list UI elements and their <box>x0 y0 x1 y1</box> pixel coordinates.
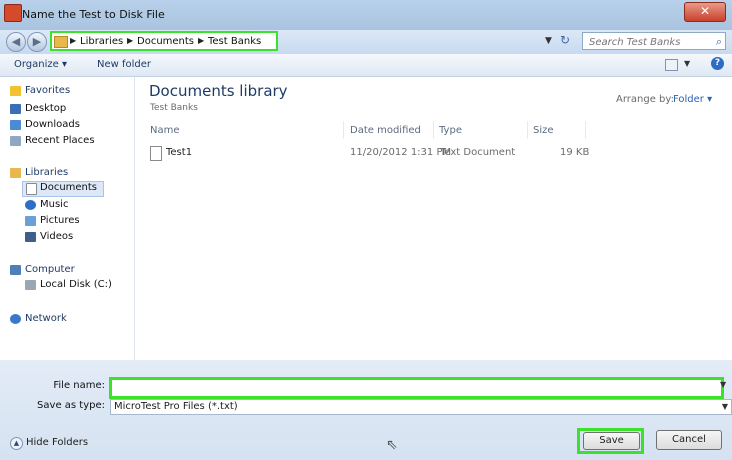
back-button[interactable]: ◀ <box>6 32 26 52</box>
new-folder-button[interactable]: New folder <box>97 59 151 70</box>
star-icon <box>10 86 21 96</box>
music-icon <box>25 200 36 210</box>
chevron-right-icon: ▶ <box>198 36 205 45</box>
nav-documents[interactable]: Documents <box>22 181 104 197</box>
libraries-icon <box>10 168 21 178</box>
navigation-pane: Favorites Desktop Downloads Recent Place… <box>0 77 135 360</box>
collapse-icon: ▲ <box>10 437 23 450</box>
chevron-right-icon: ▶ <box>70 36 77 45</box>
downloads-icon <box>10 120 21 130</box>
nav-computer-label: Computer <box>25 264 75 275</box>
column-header-name[interactable]: Name <box>150 125 180 136</box>
breadcrumb-documents[interactable]: Documents <box>137 36 194 47</box>
nav-libraries-label: Libraries <box>25 167 69 178</box>
arrange-by-label: Arrange by: <box>616 94 674 105</box>
chevron-down-icon: ▼ <box>721 402 728 411</box>
refresh-icon[interactable]: ↻ <box>560 33 570 47</box>
search-icon[interactable]: ⌕ <box>716 35 722 49</box>
column-divider <box>433 121 434 139</box>
app-icon <box>4 4 22 22</box>
organize-button[interactable]: Organize ▾ <box>14 59 67 70</box>
nav-network-label: Network <box>25 313 67 324</box>
file-name-input[interactable] <box>112 380 721 396</box>
file-name-label: File name: <box>53 380 105 391</box>
nav-pictures-label: Pictures <box>40 215 80 226</box>
save-as-type-label: Save as type: <box>37 400 105 411</box>
column-header-date-modified[interactable]: Date modified <box>350 125 421 136</box>
nav-music-label: Music <box>40 199 69 210</box>
view-dropdown-icon[interactable]: ▼ <box>684 59 690 68</box>
search-box[interactable]: ⌕ <box>582 32 726 50</box>
arrange-by-dropdown[interactable]: Folder ▾ <box>673 94 712 105</box>
organize-label: Organize <box>14 59 59 70</box>
cancel-button[interactable]: Cancel <box>656 430 722 450</box>
window-title: Name the Test to Disk File <box>22 8 165 21</box>
arrange-by-value: Folder <box>673 94 704 105</box>
nav-desktop-label: Desktop <box>25 103 67 114</box>
documents-icon <box>26 183 37 195</box>
view-options-icon[interactable] <box>665 59 678 71</box>
close-button[interactable]: ✕ <box>684 2 726 22</box>
file-name-field[interactable] <box>109 377 724 399</box>
nav-favorites-label: Favorites <box>25 85 71 96</box>
nav-documents-label: Documents <box>40 182 98 193</box>
file-type: Text Document <box>440 147 516 158</box>
breadcrumb-libraries[interactable]: Libraries <box>80 36 123 47</box>
save-button[interactable]: Save <box>583 432 640 450</box>
save-panel: File name: ▼ Save as type: MicroTest Pro… <box>0 360 732 460</box>
pictures-icon <box>25 216 36 226</box>
breadcrumb-test-banks[interactable]: Test Banks <box>208 36 261 47</box>
videos-icon <box>25 232 36 242</box>
library-title: Documents library <box>149 82 288 100</box>
column-divider <box>343 121 344 139</box>
column-header-type[interactable]: Type <box>439 125 462 136</box>
folder-icon <box>54 36 68 48</box>
save-as-type-select[interactable]: MicroTest Pro Files (*.txt) ▼ <box>110 399 732 415</box>
file-name: Test1 <box>166 147 193 158</box>
command-toolbar: Organize ▾ New folder ▼ ? <box>0 54 732 77</box>
save-as-type-value: MicroTest Pro Files (*.txt) <box>114 401 238 412</box>
column-header-size[interactable]: Size <box>533 125 554 136</box>
title-bar: Name the Test to Disk File ✕ <box>0 0 732 30</box>
hide-folders-label: Hide Folders <box>26 437 89 448</box>
file-date-modified: 11/20/2012 1:31 PM <box>350 147 452 158</box>
text-file-icon <box>150 146 162 161</box>
desktop-icon <box>10 104 21 114</box>
address-dropdown-icon[interactable]: ▼ <box>545 36 552 46</box>
library-subtitle: Test Banks <box>150 103 198 113</box>
column-divider <box>527 121 528 139</box>
column-divider <box>585 121 586 139</box>
address-row: ◀ ▶ ▶ Libraries ▶ Documents ▶ Test Banks… <box>0 30 732 54</box>
file-size: 19 KB <box>560 147 590 158</box>
file-list-pane: Documents library Test Banks Arrange by:… <box>135 77 732 360</box>
mouse-cursor-icon: ⇖ <box>386 437 398 453</box>
forward-button[interactable]: ▶ <box>27 32 47 52</box>
network-icon <box>10 314 21 324</box>
search-input[interactable] <box>587 34 709 50</box>
computer-icon <box>10 265 21 275</box>
nav-local-disk-label: Local Disk (C:) <box>40 279 112 290</box>
recent-places-icon <box>10 136 21 146</box>
address-bar[interactable]: ▶ Libraries ▶ Documents ▶ Test Banks <box>50 31 278 51</box>
help-icon[interactable]: ? <box>711 57 724 70</box>
nav-videos-label: Videos <box>40 231 74 242</box>
disk-icon <box>25 280 36 290</box>
file-row[interactable]: Test1 11/20/2012 1:31 PM Text Document 1… <box>148 145 598 161</box>
file-name-dropdown-icon[interactable]: ▼ <box>720 380 726 389</box>
nav-downloads-label: Downloads <box>25 119 80 130</box>
nav-recent-places-label: Recent Places <box>25 135 95 146</box>
chevron-right-icon: ▶ <box>127 36 134 45</box>
